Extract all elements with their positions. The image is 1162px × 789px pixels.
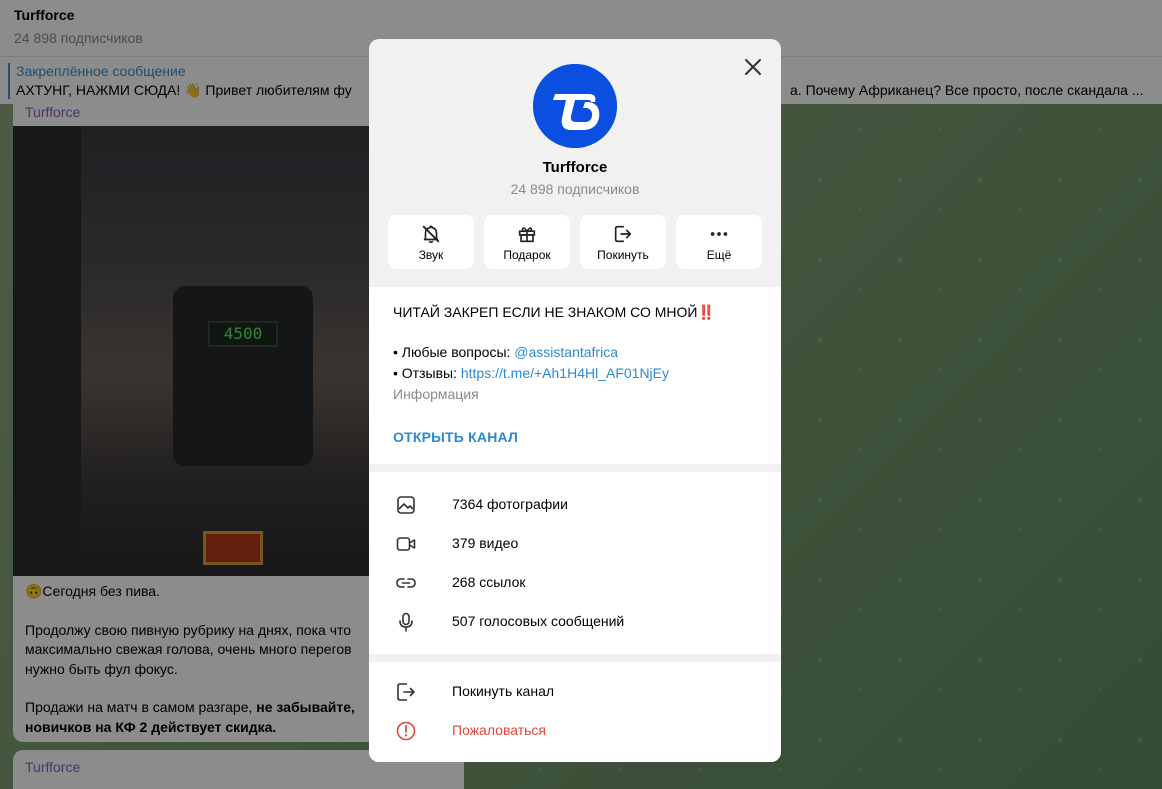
- avatar[interactable]: [533, 64, 617, 148]
- media-row-label: 507 голосовых сообщений: [452, 613, 625, 629]
- media-row-label: 7364 фотографии: [452, 496, 568, 512]
- link-icon: [396, 578, 416, 588]
- mute-button[interactable]: Звук: [388, 215, 474, 269]
- media-row-label: 268 ссылок: [452, 574, 526, 590]
- media-row-voice[interactable]: 507 голосовых сообщений: [369, 602, 781, 641]
- media-row-videos[interactable]: 379 видео: [369, 524, 781, 563]
- more-button[interactable]: Ещё: [676, 215, 762, 269]
- leave-channel-label: Покинуть канал: [452, 683, 555, 699]
- channel-title: Turfforce: [542, 159, 608, 176]
- gift-icon: [518, 226, 536, 242]
- description-questions-label: • Любые вопросы:: [393, 344, 515, 360]
- media-row-label: 379 видео: [452, 535, 519, 551]
- channel-description-block: ЧИТАЙ ЗАКРЕП ЕСЛИ НЕ ЗНАКОМ СО МНОЙ‼️ • …: [369, 287, 781, 464]
- description-reviews: • Отзывы: https://t.me/+Ah1H4Hl_AF01NjEy: [393, 365, 669, 381]
- description-headline: ЧИТАЙ ЗАКРЕП ЕСЛИ НЕ ЗНАКОМ СО МНОЙ‼️: [393, 304, 715, 320]
- description-reviews-label: • Отзывы:: [393, 365, 461, 381]
- action-buttons: Звук Подарок Покинуть Ещё: [388, 215, 762, 269]
- description-questions: • Любые вопросы: @assistantafrica: [393, 344, 618, 360]
- bell-off-icon: [422, 224, 440, 243]
- leave-button[interactable]: Покинуть: [580, 215, 666, 269]
- leave-icon: [614, 225, 632, 242]
- open-channel-button[interactable]: ОТКРЫТЬ КАНАЛ: [393, 429, 518, 445]
- reviews-link[interactable]: https://t.me/+Ah1H4Hl_AF01NjEy: [461, 365, 669, 381]
- close-button[interactable]: [741, 55, 765, 79]
- info-label: Информация: [393, 386, 479, 402]
- more-icon: [710, 231, 728, 236]
- channel-subscribers: 24 898 подписчиков: [510, 181, 640, 197]
- channel-info-dialog: Turfforce 24 898 подписчиков Звук Подаро…: [369, 39, 781, 762]
- close-icon: [745, 59, 761, 75]
- report-row[interactable]: Пожаловаться: [369, 711, 781, 750]
- shared-media-block: 7364 фотографии 379 видео 268 ссылок 507…: [369, 472, 781, 654]
- media-row-links[interactable]: 268 ссылок: [369, 563, 781, 602]
- media-row-photos[interactable]: 7364 фотографии: [369, 485, 781, 524]
- action-label: Подарок: [503, 247, 551, 262]
- action-label: Покинуть: [597, 247, 649, 262]
- microphone-icon: [399, 612, 413, 632]
- gift-button[interactable]: Подарок: [484, 215, 570, 269]
- report-label: Пожаловаться: [452, 722, 547, 738]
- leave-icon: [397, 683, 415, 701]
- assistant-link[interactable]: @assistantafrica: [514, 344, 618, 360]
- channel-logo-icon: [533, 64, 617, 148]
- warning-icon: [396, 721, 416, 741]
- channel-actions-block: Покинуть канал Пожаловаться: [369, 662, 781, 762]
- leave-channel-row[interactable]: Покинуть канал: [369, 672, 781, 711]
- action-label: Звук: [418, 247, 444, 262]
- action-label: Ещё: [706, 247, 732, 262]
- video-icon: [396, 537, 416, 551]
- photo-icon: [397, 496, 415, 514]
